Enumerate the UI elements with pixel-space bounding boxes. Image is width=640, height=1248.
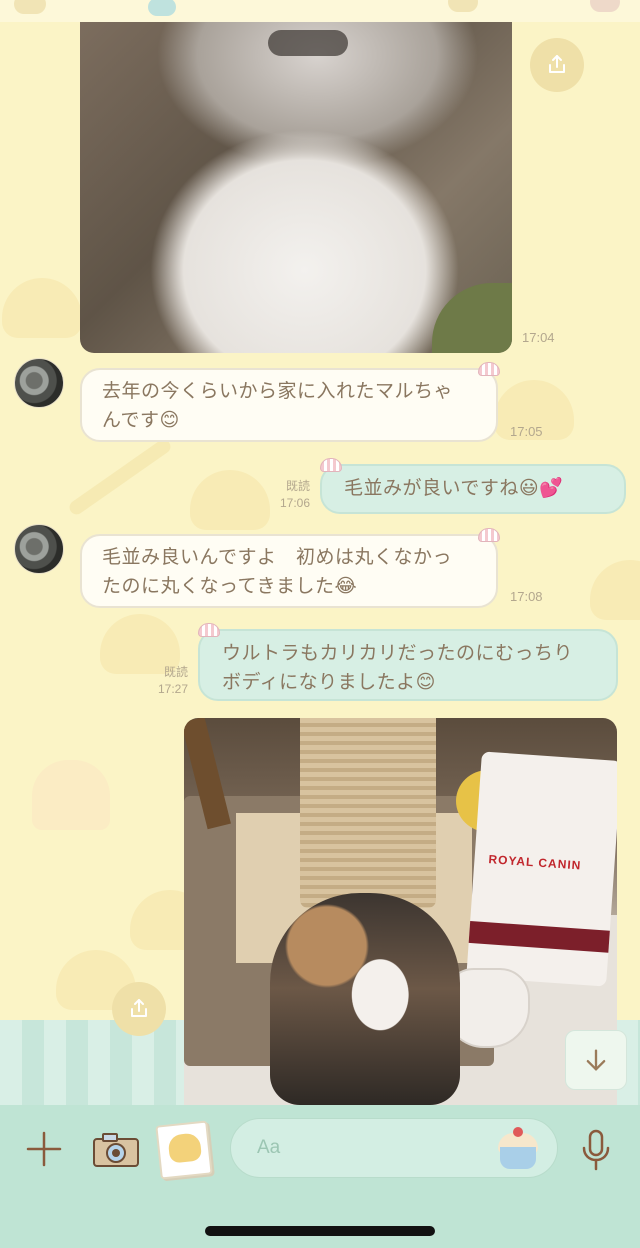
message-text: 毛並みが良いですね😃💕 — [344, 477, 564, 499]
read-receipt: 既読 17:06 — [262, 478, 310, 512]
message-text-line: ボディになりましたよ😊 — [222, 671, 436, 693]
share-button[interactable] — [530, 38, 584, 92]
input-placeholder: Aa — [257, 1137, 281, 1158]
share-icon — [131, 999, 147, 1017]
message-text-line: んです😊 — [102, 409, 180, 431]
avatar[interactable] — [14, 358, 64, 408]
message-time: 17:06 — [279, 496, 310, 510]
background-decoration — [590, 560, 640, 620]
read-receipt: 既読 17:27 — [140, 664, 188, 698]
camera-button[interactable] — [90, 1127, 142, 1171]
message-time: 17:05 — [510, 424, 543, 439]
scroll-to-bottom-button[interactable] — [565, 1030, 627, 1090]
sticker-button[interactable] — [155, 1120, 213, 1180]
outgoing-message-bubble[interactable]: 毛並みが良いですね😃💕 — [320, 458, 626, 514]
microphone-icon — [582, 1129, 610, 1171]
arrow-down-icon — [586, 1049, 606, 1071]
bubble-decoration — [320, 458, 342, 472]
message-text-line: たのに丸くなってきました😂 — [102, 575, 358, 597]
message-time: 17:04 — [522, 330, 555, 345]
avatar[interactable] — [14, 524, 64, 574]
home-indicator — [205, 1226, 435, 1236]
share-icon — [549, 55, 565, 73]
message-text-line: 毛並み良いんですよ 初めは丸くなかっ — [102, 546, 453, 568]
camera-icon — [93, 1133, 139, 1167]
emoji-button[interactable] — [496, 1127, 540, 1171]
message-time: 17:27 — [157, 682, 188, 696]
plus-icon — [26, 1131, 62, 1167]
incoming-message-bubble[interactable]: 毛並み良いんですよ 初めは丸くなかっ たのに丸くなってきました😂 — [80, 528, 500, 608]
header-decoration — [0, 0, 640, 22]
message-time: 17:08 — [510, 589, 543, 604]
cat-photo-with-food[interactable]: ROYAL CANIN — [184, 718, 617, 1105]
message-text-line: 去年の今くらいから家に入れたマルちゃ — [102, 380, 454, 402]
cat-photo-closeup[interactable] — [80, 22, 512, 353]
message-text-line: ウルトラもカリカリだったのにむっちり — [222, 642, 574, 664]
background-decoration — [2, 278, 82, 338]
background-decoration — [66, 436, 174, 518]
bubble-decoration — [198, 623, 220, 637]
food-bag: ROYAL CANIN — [466, 751, 617, 987]
bubble-decoration — [478, 362, 500, 376]
read-label: 既読 — [163, 665, 188, 679]
sticker-icon — [167, 1132, 203, 1164]
product-label: ROYAL CANIN — [488, 852, 582, 873]
outgoing-message-bubble[interactable]: ウルトラもカリカリだったのにむっちり ボディになりましたよ😊 — [198, 623, 618, 701]
plus-button[interactable] — [22, 1127, 66, 1171]
message-input-bar: Aa — [0, 1105, 640, 1248]
read-label: 既読 — [285, 479, 310, 493]
background-decoration — [32, 760, 110, 830]
chat-area[interactable]: 17:04 去年の今くらいから家に入れたマルちゃ んです😊 17:05 既読 1… — [0, 0, 640, 1105]
share-button[interactable] — [112, 982, 166, 1036]
voice-button[interactable] — [574, 1125, 618, 1175]
bubble-decoration — [478, 528, 500, 542]
incoming-message-bubble[interactable]: 去年の今くらいから家に入れたマルちゃ んです😊 — [80, 362, 500, 442]
background-decoration — [190, 470, 270, 530]
